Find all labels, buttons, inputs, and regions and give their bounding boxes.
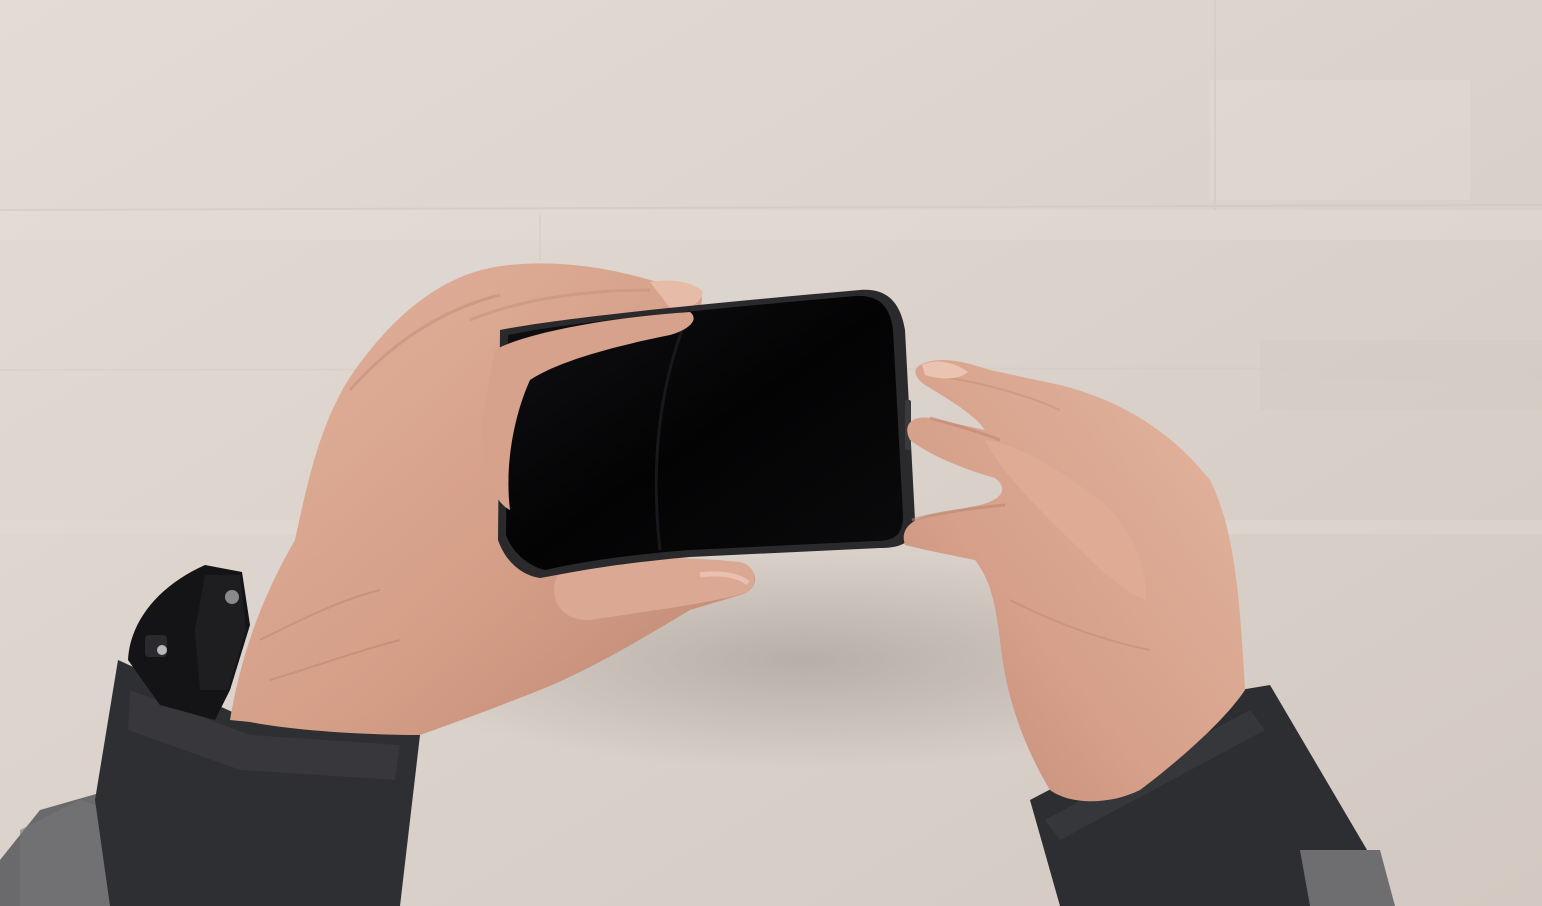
photo-scene [0, 0, 1542, 906]
photo-illustration [0, 0, 1542, 906]
